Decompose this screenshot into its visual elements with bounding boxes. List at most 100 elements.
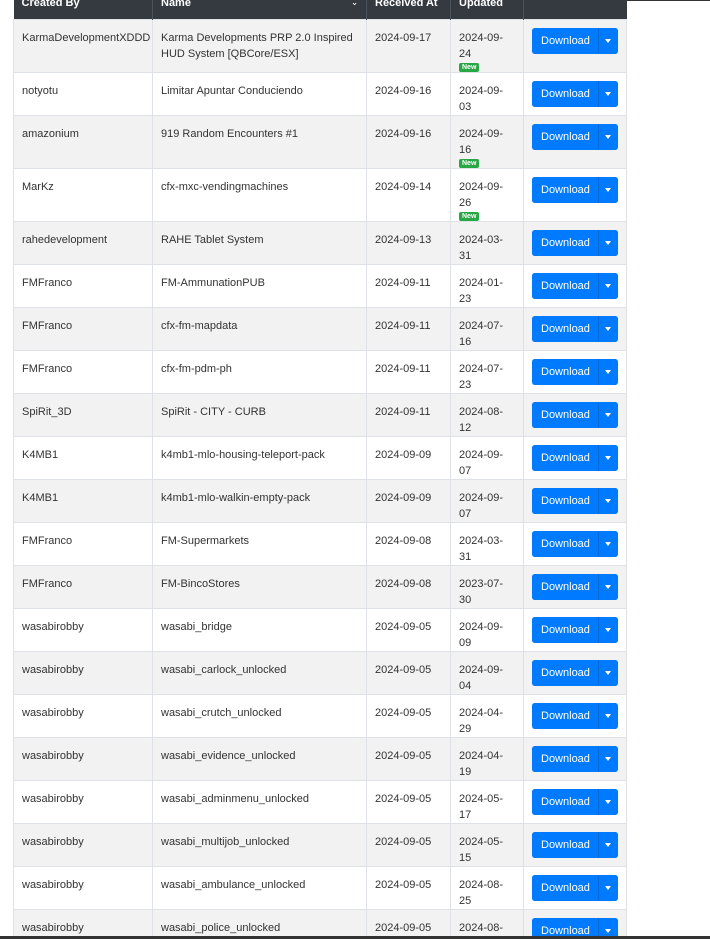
download-button[interactable]: Download [532, 831, 598, 858]
received-date: 2024-09-09 [375, 448, 432, 461]
download-button[interactable]: Download [532, 616, 598, 643]
cell-name: k4mb1-mlo-walkin-empty-pack [152, 478, 367, 523]
received-date: 2024-09-05 [375, 835, 432, 848]
download-button[interactable]: Download [532, 788, 598, 815]
cell-received-at: 2024-09-11 [366, 263, 451, 308]
table-row: wasabirobby wasabi_adminmenu_unlocked 2024… [13, 779, 627, 824]
download-button[interactable]: Download [532, 573, 598, 600]
header-created-by[interactable]: Created By [13, 0, 153, 19]
download-dropdown-toggle[interactable] [597, 573, 618, 600]
download-button[interactable]: Download [532, 358, 598, 385]
cell-updated: 2024-08-25 [450, 865, 524, 910]
caret-down-icon [605, 326, 612, 331]
author-name: KarmaDevelopmentXDDD [22, 31, 151, 44]
download-button[interactable]: Download [532, 487, 598, 514]
author-name: wasabirobby [22, 620, 84, 633]
cell-actions: Download [523, 220, 627, 265]
download-split-button: Download [532, 176, 618, 203]
download-dropdown-toggle[interactable] [597, 358, 618, 385]
download-button[interactable]: Download [532, 702, 598, 729]
header-received-at[interactable]: Received At [366, 0, 451, 19]
new-badge: New [459, 62, 480, 72]
cell-actions: Download [523, 908, 627, 939]
cell-updated: 2024-09-16 New [450, 114, 524, 169]
download-dropdown-toggle[interactable] [597, 659, 618, 686]
download-button[interactable]: Download [532, 123, 598, 150]
cell-name: 919 Random Encounters #1 [152, 114, 367, 169]
download-button[interactable]: Download [532, 315, 598, 342]
download-dropdown-toggle[interactable] [597, 123, 618, 150]
table-row: wasabirobby wasabi_crutch_unlocked 2024-09… [13, 693, 627, 738]
resource-name: wasabi_bridge [161, 620, 232, 633]
caret-down-icon [605, 885, 612, 890]
download-dropdown-toggle[interactable] [597, 788, 618, 815]
resource-name: cfx-mxc-vendingmachines [161, 180, 289, 193]
download-split-button: Download [532, 444, 618, 471]
cell-created-by: notyotu [13, 71, 153, 116]
download-button[interactable]: Download [532, 401, 598, 428]
download-button[interactable]: Download [532, 229, 598, 256]
download-dropdown-toggle[interactable] [597, 229, 618, 256]
download-dropdown-toggle[interactable] [597, 27, 618, 54]
updated-date: 2024-09-03 [459, 84, 504, 113]
sort-chevron-icon[interactable]: ⌄ [351, 0, 358, 7]
download-dropdown-toggle[interactable] [597, 702, 618, 729]
download-button[interactable]: Download [532, 745, 598, 772]
author-name: wasabirobby [22, 921, 84, 934]
download-split-button: Download [532, 530, 618, 557]
download-dropdown-toggle[interactable] [597, 315, 618, 342]
author-name: wasabirobby [22, 749, 84, 762]
cell-created-by: wasabirobby [13, 865, 153, 910]
download-dropdown-toggle[interactable] [597, 401, 618, 428]
cell-actions: Download [523, 392, 627, 437]
author-name: K4MB1 [22, 448, 59, 461]
download-button[interactable]: Download [532, 659, 598, 686]
header-actions [523, 0, 627, 19]
download-dropdown-toggle[interactable] [597, 444, 618, 471]
download-button[interactable]: Download [532, 444, 598, 471]
author-name: rahedevelopment [22, 233, 108, 246]
cell-updated: 2024-09-26 New [450, 167, 524, 222]
resource-name: cfx-fm-pdm-ph [161, 362, 232, 375]
cell-created-by: KarmaDevelopmentXDDD [13, 18, 153, 73]
header-name-label: Name [161, 0, 191, 9]
download-button[interactable]: Download [532, 530, 598, 557]
received-date: 2024-09-11 [375, 276, 431, 289]
download-button[interactable]: Download [532, 272, 598, 299]
updated-date: 2024-09-16 [459, 127, 504, 156]
resource-name: wasabi_carlock_unlocked [161, 663, 287, 676]
header-name[interactable]: Name ⌄ [152, 0, 367, 19]
download-split-button: Download [532, 831, 618, 858]
download-dropdown-toggle[interactable] [597, 745, 618, 772]
resource-name: FM-AmmunationPUB [161, 276, 265, 289]
download-button[interactable]: Download [532, 27, 598, 54]
cell-name: wasabi_bridge [152, 607, 367, 652]
cell-created-by: amazonium [13, 114, 153, 169]
download-dropdown-toggle[interactable] [597, 530, 618, 557]
cell-name: wasabi_adminmenu_unlocked [152, 779, 367, 824]
cell-name: wasabi_multijob_unlocked [152, 822, 367, 867]
download-dropdown-toggle[interactable] [597, 874, 618, 901]
download-button[interactable]: Download [532, 176, 598, 203]
download-split-button: Download [532, 229, 618, 256]
download-split-button: Download [532, 874, 618, 901]
cell-created-by: wasabirobby [13, 779, 153, 824]
download-dropdown-toggle[interactable] [597, 176, 618, 203]
cell-received-at: 2024-09-09 [366, 478, 451, 523]
download-button[interactable]: Download [532, 874, 598, 901]
cell-actions: Download [523, 306, 627, 351]
download-dropdown-toggle[interactable] [597, 487, 618, 514]
cell-received-at: 2024-09-09 [366, 435, 451, 480]
resource-name: k4mb1-mlo-walkin-empty-pack [161, 491, 311, 504]
received-date: 2024-09-05 [375, 620, 432, 633]
download-split-button: Download [532, 272, 618, 299]
download-dropdown-toggle[interactable] [597, 80, 618, 107]
cell-name: FM-BincoStores [152, 564, 367, 609]
cell-actions: Download [523, 650, 627, 695]
download-dropdown-toggle[interactable] [597, 616, 618, 643]
download-dropdown-toggle[interactable] [597, 831, 618, 858]
download-dropdown-toggle[interactable] [597, 272, 618, 299]
header-updated[interactable]: Updated [450, 0, 524, 19]
table-row: wasabirobby wasabi_evidence_unlocked 2024-… [13, 736, 627, 781]
download-button[interactable]: Download [532, 80, 598, 107]
